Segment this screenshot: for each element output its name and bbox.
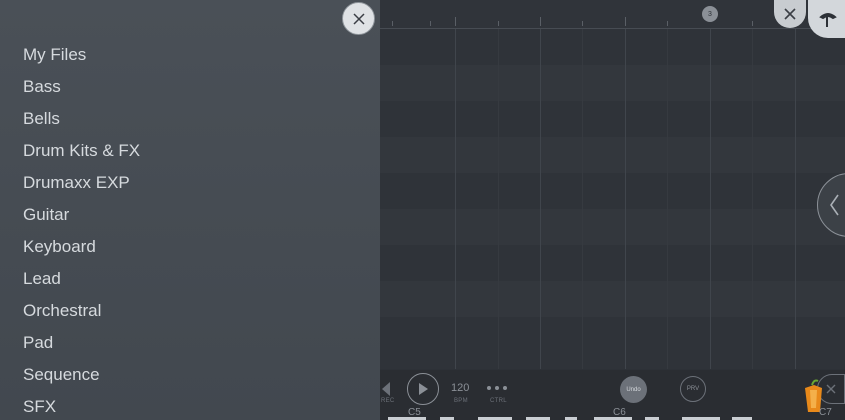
- grid-line: [752, 29, 753, 369]
- timeline-tick: [582, 21, 583, 26]
- timeline-tick: [430, 21, 431, 26]
- timeline-tick: [540, 17, 541, 26]
- key-label-c7: C7: [819, 407, 832, 418]
- undo-label: Undo: [626, 386, 641, 393]
- sidebar-item-keyboard[interactable]: Keyboard: [23, 237, 96, 257]
- grid-row: [380, 29, 845, 65]
- play-icon: [419, 383, 428, 395]
- grid-line: [498, 29, 499, 369]
- grid-line: [710, 29, 711, 369]
- note-grid[interactable]: [380, 29, 845, 369]
- grid-row: [380, 245, 845, 281]
- transport-bar: REC 120 BPM CTRL Undo PRV C5 C6 C7: [380, 370, 845, 420]
- sidebar-item-drum-kits-fx[interactable]: Drum Kits & FX: [23, 141, 140, 161]
- sidebar-item-my-files[interactable]: My Files: [23, 45, 86, 65]
- play-button[interactable]: [407, 373, 439, 405]
- sidebar-item-bells[interactable]: Bells: [23, 109, 60, 129]
- close-sidebar-button[interactable]: [342, 2, 375, 35]
- close-icon: [826, 384, 836, 394]
- chevron-left-icon: [830, 194, 839, 216]
- close-icon: [784, 8, 796, 20]
- grid-line: [625, 29, 626, 369]
- grid-line: [795, 29, 796, 369]
- grid-row: [380, 317, 845, 369]
- menu-button[interactable]: [808, 0, 845, 38]
- tempo-value[interactable]: 120: [451, 382, 469, 394]
- bar-marker[interactable]: 3: [702, 6, 718, 22]
- sidebar-item-orchestral[interactable]: Orchestral: [23, 301, 101, 321]
- ctrl-label: CTRL: [490, 398, 507, 404]
- timeline-tick: [752, 21, 753, 26]
- grid-row: [380, 137, 845, 173]
- timeline-tick: [498, 21, 499, 26]
- tempo-label: BPM: [454, 398, 468, 404]
- grid-row: [380, 101, 845, 137]
- fruit-icon: [819, 13, 837, 27]
- prv-button[interactable]: PRV: [680, 376, 706, 402]
- sidebar-item-guitar[interactable]: Guitar: [23, 205, 69, 225]
- grid-row: [380, 281, 845, 317]
- sidebar-item-sfx[interactable]: SFX: [23, 397, 56, 417]
- sidebar-item-lead[interactable]: Lead: [23, 269, 61, 289]
- grid-line: [455, 29, 456, 369]
- grid-line: [582, 29, 583, 369]
- piano-roll-editor[interactable]: 3 REC 120 BPM CTRL Undo PRV C5 C6 C7: [380, 0, 845, 420]
- grid-row: [380, 65, 845, 101]
- more-icon[interactable]: [487, 386, 507, 390]
- undo-button[interactable]: Undo: [620, 376, 647, 403]
- sidebar-item-sequence[interactable]: Sequence: [23, 365, 100, 385]
- sidebar-item-pad[interactable]: Pad: [23, 333, 53, 353]
- grid-row: [380, 173, 845, 209]
- timeline-tick: [392, 21, 393, 26]
- grid-line: [540, 29, 541, 369]
- rec-label: REC: [381, 398, 395, 404]
- bar-marker-label: 3: [708, 10, 712, 18]
- browser-sidebar: My Files Bass Bells Drum Kits & FX Druma…: [0, 0, 380, 420]
- timeline-tick: [625, 17, 626, 26]
- grid-line: [667, 29, 668, 369]
- sidebar-item-bass[interactable]: Bass: [23, 77, 61, 97]
- close-icon: [352, 12, 365, 25]
- sidebar-item-drumaxx-exp[interactable]: Drumaxx EXP: [23, 173, 130, 193]
- timeline-tick: [455, 17, 456, 26]
- record-icon[interactable]: [380, 382, 392, 396]
- prv-label: PRV: [686, 386, 700, 392]
- grid-row: [380, 209, 845, 245]
- timeline-tick: [667, 21, 668, 26]
